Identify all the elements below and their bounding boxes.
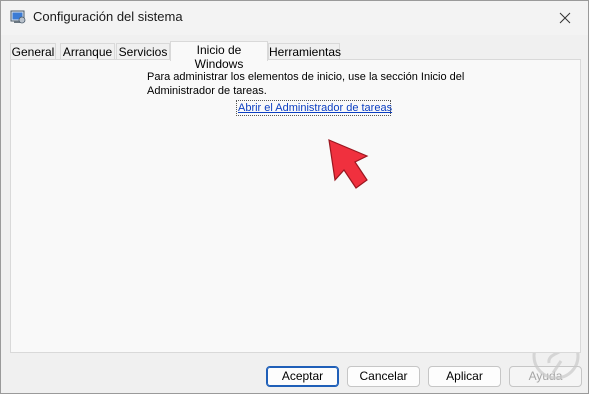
msconfig-icon xyxy=(10,9,26,25)
startup-info-text: Para administrar los elementos de inicio… xyxy=(147,71,465,97)
tab-label: Inicio de Windows xyxy=(194,43,244,71)
tab-label: Herramientas xyxy=(269,45,342,59)
tab-label: Arranque xyxy=(62,45,113,59)
apply-button[interactable]: Aplicar xyxy=(428,366,501,387)
tab-inicio-de-windows[interactable]: Inicio de Windows xyxy=(170,41,268,71)
window-title: Configuración del sistema xyxy=(33,9,183,24)
red-arrow-icon xyxy=(328,139,369,189)
system-config-window: Configuración del sistema General Arranq… xyxy=(0,0,589,394)
cancel-button[interactable]: Cancelar xyxy=(347,366,420,387)
tab-servicios[interactable]: Servicios xyxy=(116,43,170,60)
close-icon xyxy=(559,12,571,23)
startup-tab-panel: Para administrar los elementos de inicio… xyxy=(10,59,581,353)
open-task-manager-link[interactable]: Abrir el Administrador de tareas xyxy=(238,102,392,114)
ok-button[interactable]: Aceptar xyxy=(266,366,339,387)
tab-label: General xyxy=(11,45,55,59)
tab-herramientas[interactable]: Herramientas xyxy=(268,43,342,60)
tab-label: Servicios xyxy=(118,45,168,59)
tab-arranque[interactable]: Arranque xyxy=(60,43,115,60)
close-button[interactable] xyxy=(542,1,588,34)
title-bar: Configuración del sistema xyxy=(1,1,588,35)
tab-general[interactable]: General xyxy=(10,43,56,60)
